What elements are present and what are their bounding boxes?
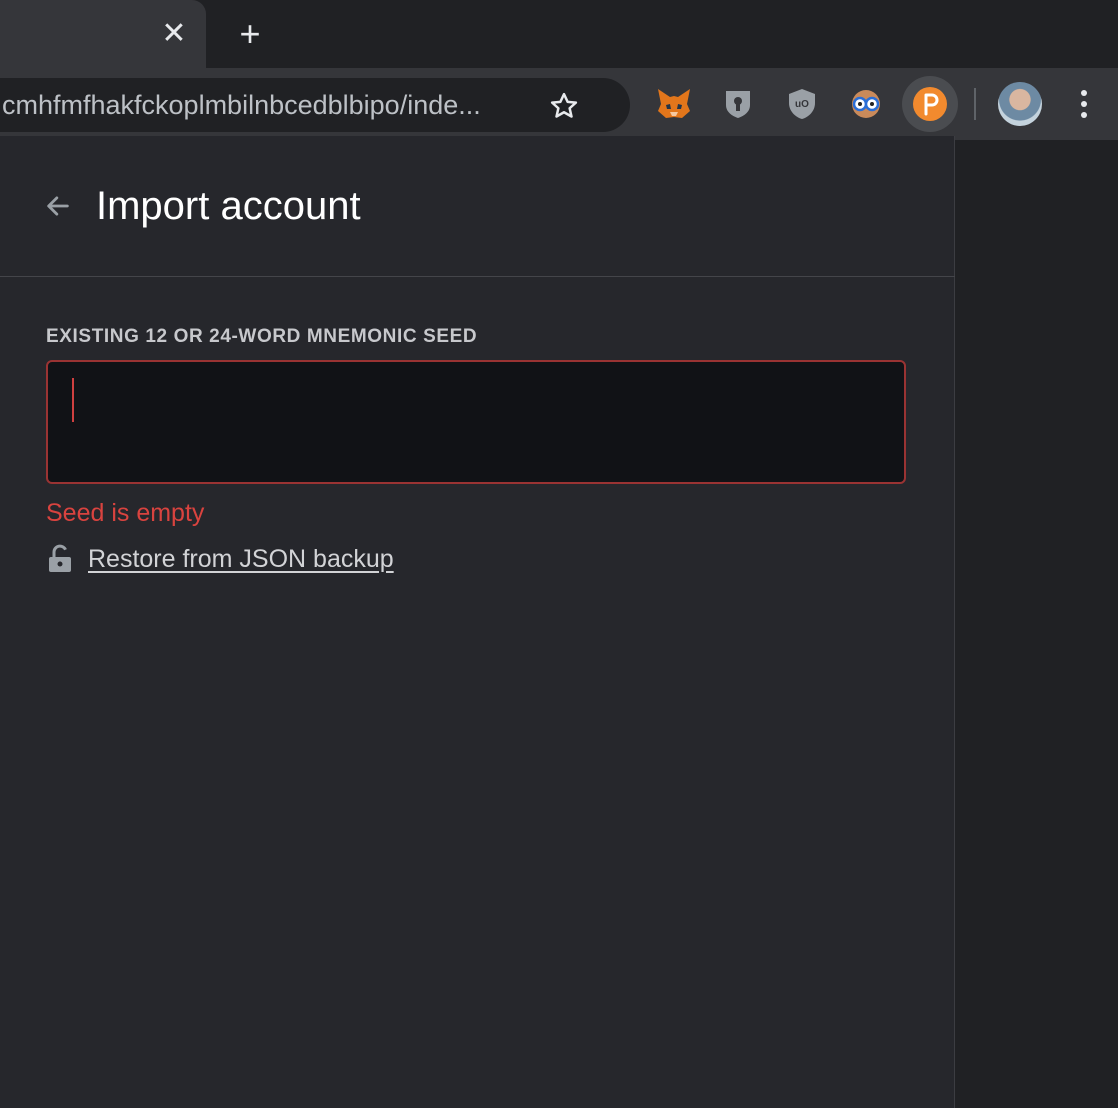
popup-header: Import account: [0, 136, 955, 277]
polkadot-extension-button[interactable]: [902, 76, 958, 132]
text-caret: [72, 378, 74, 422]
extension-popup: Import account EXISTING 12 OR 24-WORD MN…: [0, 136, 955, 1108]
browser-toolbar: cmhfmfhakfckoplmbilnbcedblbipo/inde... u…: [0, 68, 1118, 140]
restore-json-link[interactable]: Restore from JSON backup: [46, 542, 394, 576]
tab-strip: ✕ +: [0, 0, 1118, 68]
bookmark-star-icon[interactable]: [544, 86, 584, 126]
restore-link-text[interactable]: Restore from JSON backup: [88, 545, 394, 574]
back-arrow-icon[interactable]: [40, 188, 76, 224]
address-bar[interactable]: cmhfmfhakfckoplmbilnbcedblbipo/inde...: [0, 78, 630, 132]
page-title: Import account: [96, 184, 361, 228]
url-text[interactable]: cmhfmfhakfckoplmbilnbcedblbipo/inde...: [2, 78, 542, 132]
ublock-origin-icon[interactable]: uO: [780, 84, 824, 124]
unlock-icon: [49, 544, 71, 572]
metamask-fox-icon[interactable]: [652, 84, 696, 124]
svg-text:uO: uO: [795, 99, 809, 110]
seed-label: EXISTING 12 OR 24-WORD MNEMONIC SEED: [46, 326, 478, 347]
page-background: [956, 140, 1118, 1108]
profile-avatar[interactable]: [998, 82, 1042, 126]
polkadot-p-icon: [913, 87, 947, 121]
browser-tab[interactable]: ✕: [0, 0, 206, 68]
toolbar-divider: [974, 88, 976, 120]
owl-glasses-icon[interactable]: [844, 84, 888, 124]
bitwarden-shield-icon[interactable]: [716, 84, 760, 124]
browser-menu-icon[interactable]: [1066, 84, 1102, 124]
tab-close-icon[interactable]: ✕: [158, 18, 190, 50]
new-tab-icon[interactable]: +: [230, 16, 270, 52]
seed-error-message: Seed is empty: [46, 499, 205, 527]
mnemonic-seed-input[interactable]: [46, 360, 906, 484]
